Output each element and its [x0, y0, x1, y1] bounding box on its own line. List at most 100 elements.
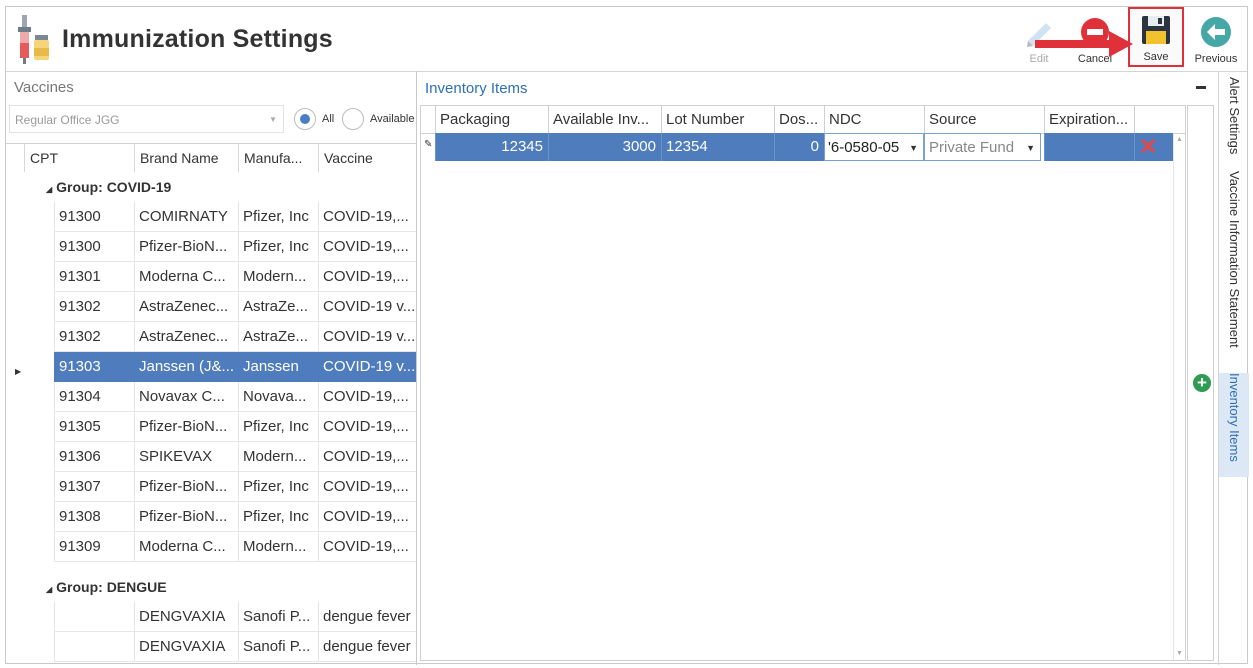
cell-manufacturer[interactable]: Janssen — [238, 352, 318, 382]
office-dropdown[interactable]: Regular Office JGG ▼ — [9, 105, 284, 133]
table-row[interactable]: 91300 Pfizer-BioN... Pfizer, Inc COVID-19,.… — [6, 232, 416, 262]
cell-cpt[interactable]: 91300 — [54, 202, 134, 232]
scroll-down-icon[interactable]: ▼ — [1176, 650, 1183, 657]
cell-manufacturer[interactable]: Sanofi P... — [238, 602, 318, 632]
save-button[interactable]: Save — [1128, 7, 1184, 67]
scroll-up-icon[interactable]: ▲ — [1176, 136, 1183, 143]
source-dropdown[interactable]: Private Fund ▼ — [924, 133, 1041, 161]
cell-cpt[interactable] — [54, 602, 134, 632]
cell-brand-name[interactable]: Moderna C... — [134, 262, 238, 292]
column-header-source[interactable]: Source — [924, 106, 1044, 133]
column-header-ndc[interactable]: NDC — [824, 106, 924, 133]
cell-cpt[interactable]: 91309 — [54, 532, 134, 562]
cell-vaccine[interactable]: COVID-19,... — [318, 232, 416, 262]
cell-brand-name[interactable]: Pfizer-BioN... — [134, 502, 238, 532]
group-row-dengue[interactable]: ◢ Group: DENGUE — [6, 572, 416, 602]
cell-manufacturer[interactable]: Pfizer, Inc — [238, 502, 318, 532]
cell-vaccine[interactable]: COVID-19 v... — [318, 322, 416, 352]
column-header-expiration[interactable]: Expiration... — [1044, 106, 1134, 133]
tab-alert-settings[interactable]: Alert Settings — [1219, 77, 1249, 163]
cell-vaccine[interactable]: COVID-19,... — [318, 532, 416, 562]
cell-brand-name[interactable]: Pfizer-BioN... — [134, 412, 238, 442]
column-header-dose[interactable]: Dos... — [774, 106, 824, 133]
cell-manufacturer[interactable]: Pfizer, Inc — [238, 472, 318, 502]
table-row[interactable]: 91308 Pfizer-BioN... Pfizer, Inc COVID-19,.… — [6, 502, 416, 532]
delete-icon[interactable]: ✕ — [1139, 136, 1157, 158]
column-header-vaccine[interactable]: Vaccine — [318, 144, 416, 172]
cell-manufacturer[interactable]: AstraZe... — [238, 292, 318, 322]
column-header-manufacturer[interactable]: Manufa... — [238, 144, 318, 172]
table-row[interactable]: 91302 AstraZenec... AstraZe... COVID-19 v..… — [6, 292, 416, 322]
cell-cpt[interactable]: 91303 — [54, 352, 134, 382]
previous-button[interactable]: Previous — [1190, 11, 1242, 67]
inventory-row[interactable]: ✎ 12345 3000 12354 0 '6-0580-05 ▼ Privat… — [421, 133, 1185, 161]
cell-brand-name[interactable]: Pfizer-BioN... — [134, 232, 238, 262]
cell-manufacturer[interactable]: Modern... — [238, 532, 318, 562]
column-header-lot-number[interactable]: Lot Number — [661, 106, 774, 133]
cell-vaccine[interactable]: COVID-19 v... — [318, 352, 416, 382]
table-row[interactable]: 91302 AstraZenec... AstraZe... COVID-19 v..… — [6, 322, 416, 352]
add-icon[interactable]: + — [1193, 374, 1211, 392]
column-header-cpt[interactable]: CPT — [24, 144, 134, 172]
cell-brand-name[interactable]: Moderna C... — [134, 532, 238, 562]
cell-packaging[interactable]: 12345 — [435, 133, 548, 161]
cell-vaccine[interactable]: COVID-19 v... — [318, 292, 416, 322]
table-row[interactable]: 91306 SPIKEVAX Modern... COVID-19,... — [6, 442, 416, 472]
cell-brand-name[interactable]: Novavax C... — [134, 382, 238, 412]
tab-vaccine-information-statement[interactable]: Vaccine Information Statement — [1219, 171, 1249, 367]
cell-brand-name[interactable]: AstraZenec... — [134, 322, 238, 352]
table-row[interactable]: 91305 Pfizer-BioN... Pfizer, Inc COVID-19,.… — [6, 412, 416, 442]
cell-cpt[interactable]: 91300 — [54, 232, 134, 262]
column-header-packaging[interactable]: Packaging — [435, 106, 548, 133]
cell-manufacturer[interactable]: Pfizer, Inc — [238, 202, 318, 232]
cell-cpt[interactable]: 91307 — [54, 472, 134, 502]
cell-cpt[interactable]: 91301 — [54, 262, 134, 292]
ndc-dropdown[interactable]: '6-0580-05 ▼ — [824, 133, 924, 161]
cell-cpt[interactable]: 91308 — [54, 502, 134, 532]
cell-manufacturer[interactable]: Sanofi P... — [238, 632, 318, 662]
cell-dose[interactable]: 0 — [774, 133, 824, 161]
cell-manufacturer[interactable]: Modern... — [238, 442, 318, 472]
cell-vaccine[interactable]: COVID-19,... — [318, 472, 416, 502]
filter-all-radio[interactable] — [294, 108, 316, 130]
table-row[interactable]: 91307 Pfizer-BioN... Pfizer, Inc COVID-19,.… — [6, 472, 416, 502]
cell-brand-name[interactable]: DENGVAXIA — [134, 602, 238, 632]
table-row[interactable]: 91303 Janssen (J&... Janssen COVID-19 v... — [6, 352, 416, 382]
table-row[interactable]: 91309 Moderna C... Modern... COVID-19,... — [6, 532, 416, 562]
cell-vaccine[interactable]: COVID-19,... — [318, 262, 416, 292]
cell-vaccine[interactable]: dengue fever — [318, 632, 416, 662]
vertical-scrollbar[interactable]: ▲ ▼ — [1173, 133, 1186, 660]
tab-inventory-items[interactable]: Inventory Items — [1219, 373, 1249, 477]
filter-available-radio[interactable] — [342, 108, 364, 130]
cell-expiration[interactable] — [1044, 133, 1134, 161]
cell-vaccine[interactable]: COVID-19,... — [318, 382, 416, 412]
column-header-brand-name[interactable]: Brand Name — [134, 144, 238, 172]
cell-manufacturer[interactable]: Modern... — [238, 262, 318, 292]
cell-manufacturer[interactable]: Pfizer, Inc — [238, 412, 318, 442]
column-header-available-inventory[interactable]: Available Inv... — [548, 106, 661, 133]
pin-icon[interactable]: ▬ — [1196, 81, 1206, 92]
cell-cpt[interactable]: 91305 — [54, 412, 134, 442]
cell-vaccine[interactable]: COVID-19,... — [318, 442, 416, 472]
cell-vaccine[interactable]: dengue fever — [318, 602, 416, 632]
table-row[interactable]: 91301 Moderna C... Modern... COVID-19,... — [6, 262, 416, 292]
cell-brand-name[interactable]: AstraZenec... — [134, 292, 238, 322]
table-row[interactable]: DENGVAXIA Sanofi P... dengue fever — [6, 632, 416, 662]
cell-manufacturer[interactable]: Pfizer, Inc — [238, 232, 318, 262]
cell-brand-name[interactable]: COMIRNATY — [134, 202, 238, 232]
cell-cpt[interactable]: 91304 — [54, 382, 134, 412]
cell-cpt[interactable] — [54, 632, 134, 662]
cell-brand-name[interactable]: DENGVAXIA — [134, 632, 238, 662]
cell-brand-name[interactable]: SPIKEVAX — [134, 442, 238, 472]
table-row[interactable]: 91300 COMIRNATY Pfizer, Inc COVID-19,... — [6, 202, 416, 232]
cell-vaccine[interactable]: COVID-19,... — [318, 502, 416, 532]
cell-available-inventory[interactable]: 3000 — [548, 133, 661, 161]
cell-vaccine[interactable]: COVID-19,... — [318, 412, 416, 442]
table-row[interactable]: DENGVAXIA Sanofi P... dengue fever — [6, 602, 416, 632]
group-row-covid[interactable]: ◢ Group: COVID-19 — [6, 172, 416, 202]
cell-vaccine[interactable]: COVID-19,... — [318, 202, 416, 232]
cell-lot-number[interactable]: 12354 — [661, 133, 774, 161]
cell-cpt[interactable]: 91302 — [54, 292, 134, 322]
table-row[interactable]: 91304 Novavax C... Novava... COVID-19,... — [6, 382, 416, 412]
cell-manufacturer[interactable]: AstraZe... — [238, 322, 318, 352]
